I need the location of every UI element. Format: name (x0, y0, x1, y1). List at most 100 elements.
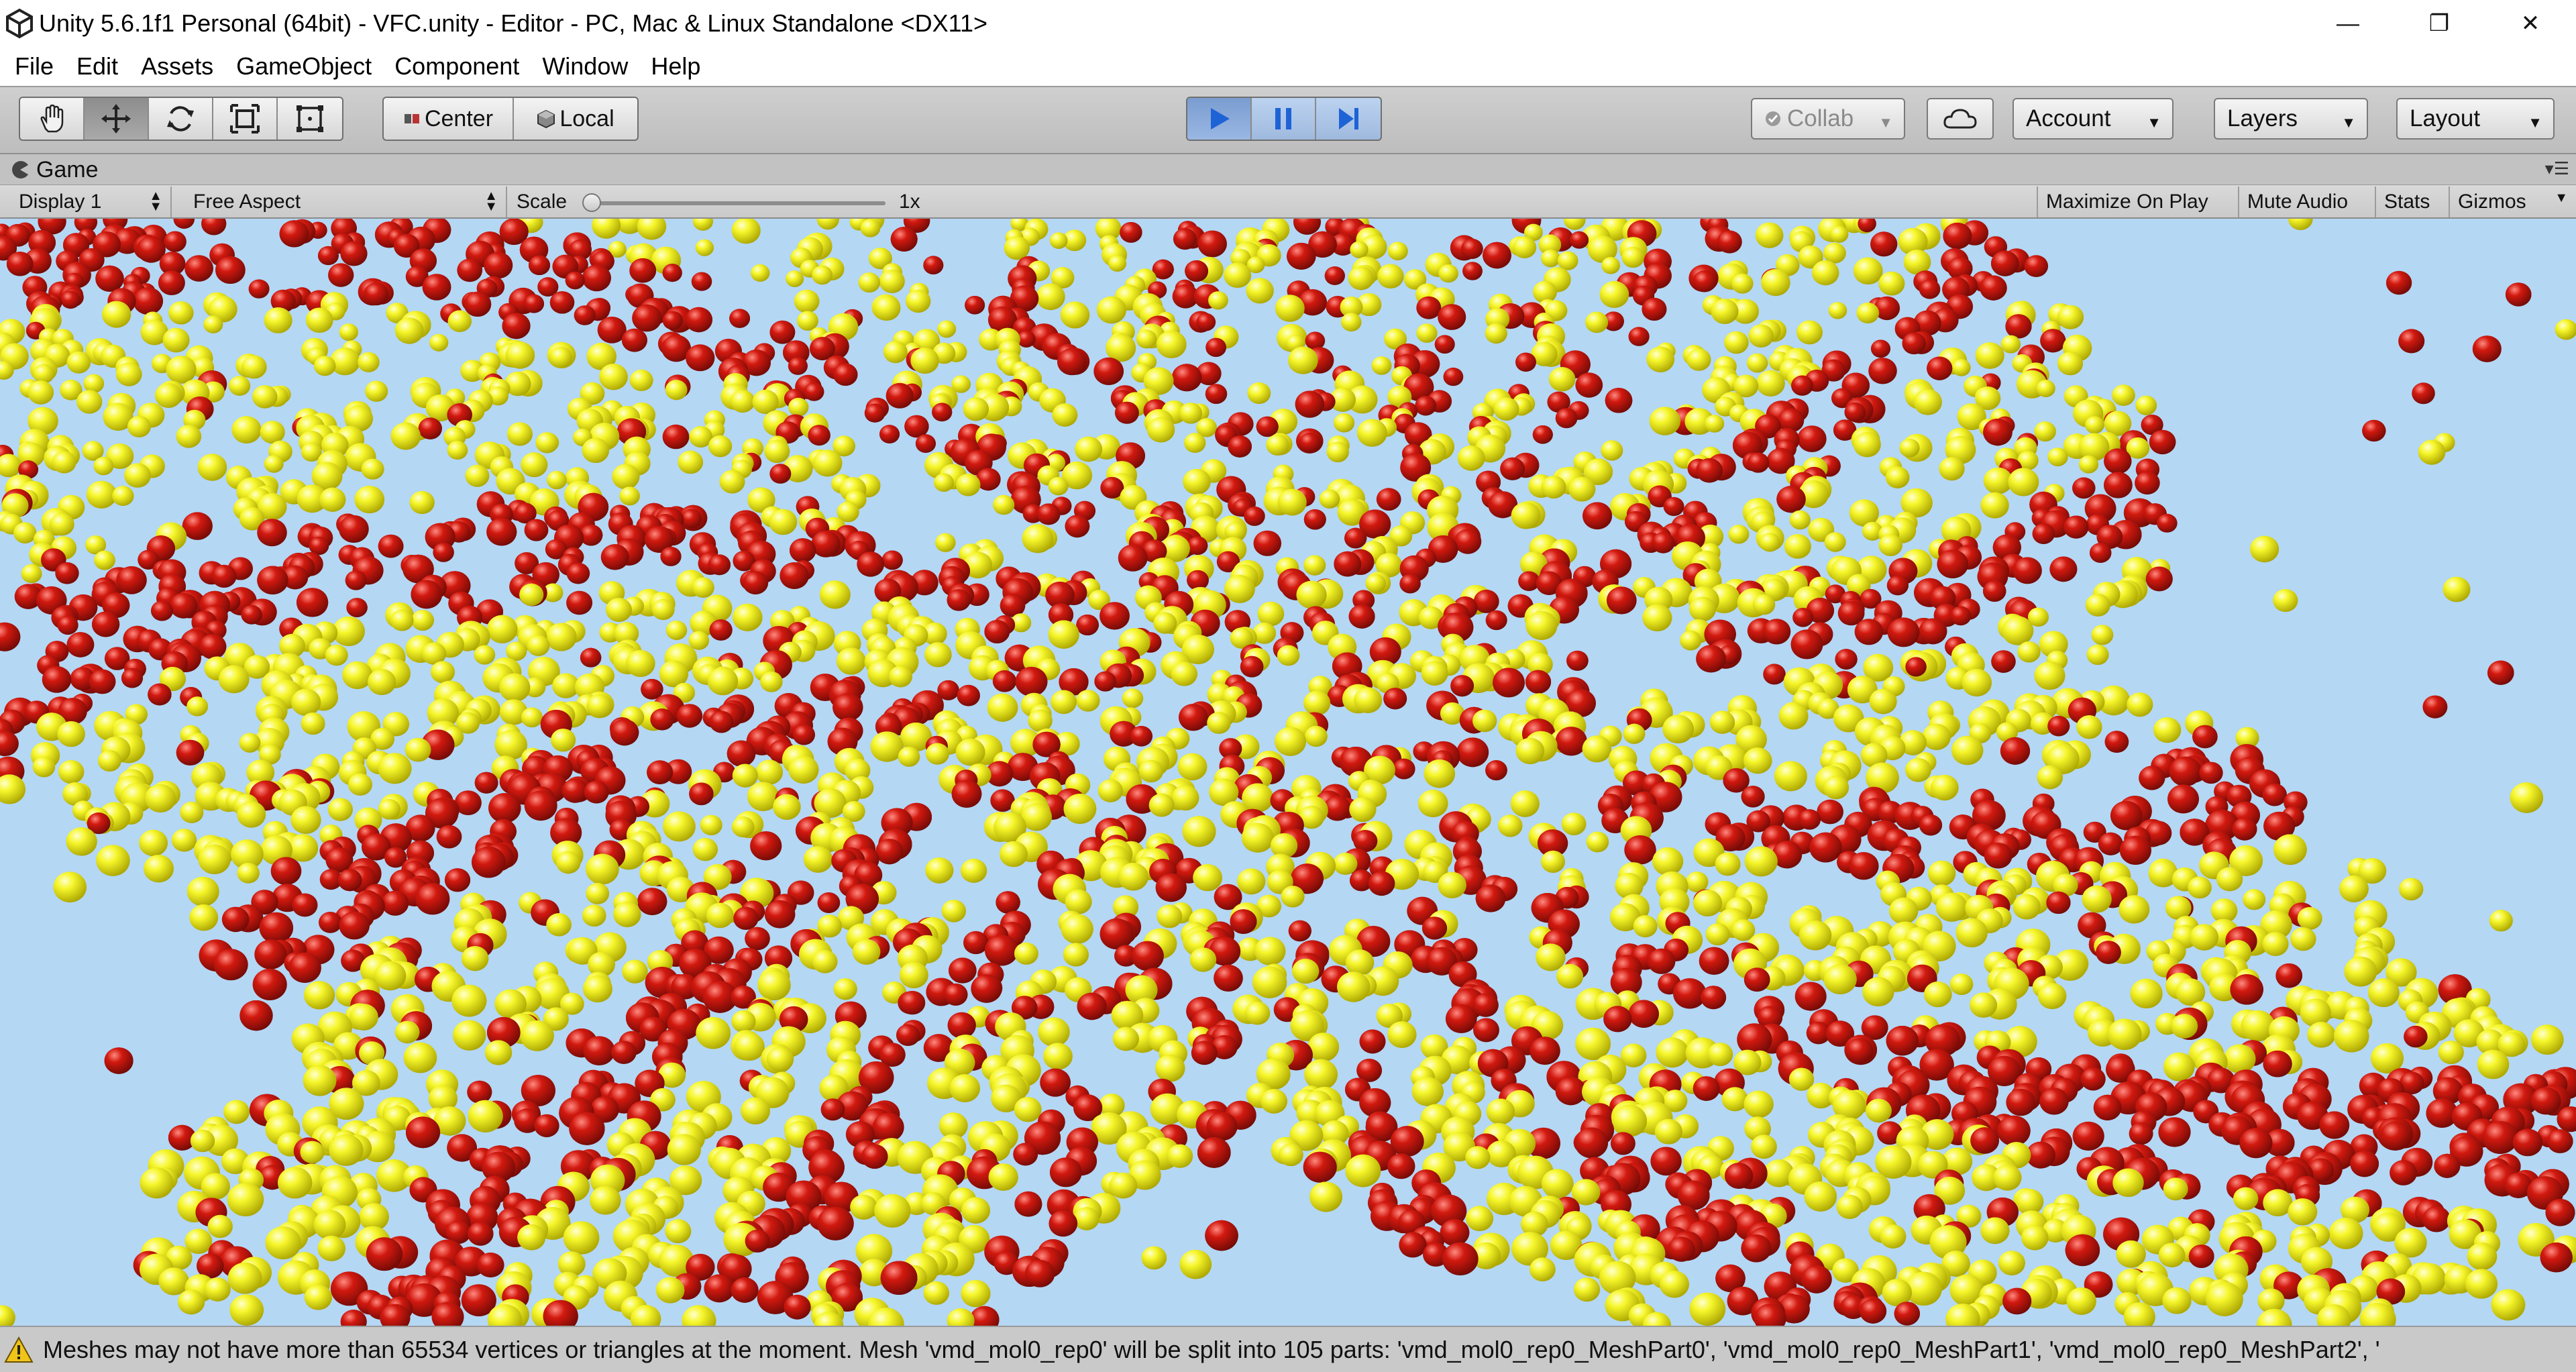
yellow-sphere (1097, 779, 1123, 802)
red-sphere (328, 263, 354, 287)
red-sphere (2422, 695, 2448, 719)
yellow-sphere (155, 382, 182, 408)
yellow-sphere (1599, 280, 1629, 308)
yellow-sphere (582, 904, 606, 927)
game-viewport[interactable] (0, 219, 2576, 1326)
yellow-sphere (956, 474, 981, 496)
pivot-local-button[interactable]: Local (514, 98, 637, 140)
layers-dropdown[interactable]: Layers ▼ (2214, 98, 2368, 140)
yellow-sphere (1063, 794, 1097, 824)
red-sphere (1515, 352, 1536, 372)
maximize-on-play-toggle[interactable]: Maximize On Play (2037, 187, 2216, 217)
mute-audio-toggle[interactable]: Mute Audio (2238, 187, 2356, 217)
yellow-sphere (2000, 335, 2021, 354)
layout-label: Layout (2410, 105, 2481, 131)
red-sphere (1185, 260, 1208, 282)
yellow-sphere (325, 644, 348, 666)
yellow-sphere (582, 437, 609, 463)
yellow-sphere (665, 621, 688, 640)
restore-button[interactable]: ❐ (2394, 0, 2485, 47)
close-button[interactable]: ✕ (2485, 0, 2576, 47)
red-sphere (1287, 242, 1316, 270)
red-sphere (792, 725, 815, 745)
scale-slider-track[interactable] (590, 201, 885, 205)
yellow-sphere (1237, 868, 1266, 895)
red-sphere (996, 891, 1020, 914)
yellow-sphere (812, 265, 833, 285)
yellow-sphere (935, 533, 956, 552)
rect-tool-button[interactable] (278, 98, 342, 140)
yellow-sphere (290, 806, 321, 834)
yellow-sphere (1586, 831, 1609, 853)
menu-window[interactable]: Window (533, 52, 637, 81)
red-sphere (444, 868, 471, 892)
red-sphere (637, 888, 667, 916)
red-sphere (1383, 688, 1407, 710)
step-button[interactable] (1316, 98, 1381, 140)
scale-slider-thumb[interactable] (582, 193, 601, 212)
pivot-center-button[interactable]: Center (384, 98, 514, 140)
yellow-sphere (1457, 445, 1485, 471)
scale-label: Scale (517, 191, 568, 213)
gizmos-dropdown[interactable]: Gizmos ▼ (2449, 187, 2576, 217)
menu-component[interactable]: Component (385, 52, 529, 81)
yellow-sphere (115, 362, 142, 386)
red-sphere (1036, 503, 1061, 525)
collab-dropdown[interactable]: Collab ▼ (1751, 98, 1905, 140)
yellow-sphere (858, 272, 881, 293)
yellow-sphere (2112, 384, 2135, 406)
red-sphere (2192, 725, 2218, 749)
move-tool-button[interactable] (85, 98, 149, 140)
yellow-sphere (1096, 296, 1126, 324)
red-sphere (1344, 527, 1367, 549)
yellow-sphere (1744, 846, 1778, 877)
cube-icon (537, 109, 555, 128)
display-dropdown[interactable]: Display 1 ▲ ▼ (11, 187, 172, 217)
yellow-sphere (1823, 242, 1846, 264)
yellow-sphere (1759, 533, 1780, 552)
red-sphere (1065, 515, 1090, 538)
menu-help[interactable]: Help (641, 52, 710, 81)
red-sphere (55, 562, 79, 584)
menu-file[interactable]: File (5, 52, 63, 81)
yellow-sphere (1689, 596, 1716, 622)
play-button[interactable] (1187, 98, 1252, 140)
red-sphere (121, 668, 143, 688)
aspect-dropdown[interactable]: Free Aspect ▲ ▼ (185, 187, 507, 217)
scale-tool-button[interactable] (213, 98, 278, 140)
red-sphere (804, 382, 824, 401)
yellow-sphere (551, 729, 576, 752)
hand-tool-button[interactable] (20, 98, 85, 140)
yellow-sphere (1350, 241, 1368, 258)
yellow-sphere (197, 454, 227, 481)
red-sphere (984, 620, 1010, 643)
rotate-tool-button[interactable] (149, 98, 213, 140)
layout-dropdown[interactable]: Layout ▼ (2396, 98, 2555, 140)
yellow-sphere (1715, 852, 1741, 876)
tab-game[interactable]: Game (11, 154, 131, 185)
yellow-sphere (1326, 441, 1349, 462)
red-sphere (1566, 650, 1589, 671)
red-sphere (1256, 416, 1279, 437)
yellow-sphere (2216, 867, 2243, 892)
menu-gameobject[interactable]: GameObject (227, 52, 381, 81)
tab-menu-icon[interactable]: ▾☰ (2545, 158, 2569, 179)
yellow-sphere (1303, 690, 1331, 716)
menu-assets[interactable]: Assets (131, 52, 223, 81)
red-sphere (1624, 835, 1656, 865)
minimize-button[interactable]: — (2302, 0, 2394, 47)
menu-edit[interactable]: Edit (67, 52, 127, 81)
red-sphere (292, 893, 318, 917)
stats-toggle[interactable]: Stats (2375, 187, 2438, 217)
red-sphere (1197, 230, 1228, 258)
cloud-button[interactable] (1927, 98, 1994, 140)
yellow-sphere (1878, 271, 1905, 296)
pause-button[interactable] (1252, 98, 1316, 140)
account-dropdown[interactable]: Account ▼ (2012, 98, 2174, 140)
yellow-sphere (499, 673, 531, 702)
yellow-sphere (1138, 759, 1164, 783)
yellow-sphere (96, 845, 130, 876)
yellow-sphere (1601, 440, 1623, 461)
red-sphere (647, 760, 674, 784)
yellow-sphere (301, 713, 325, 735)
